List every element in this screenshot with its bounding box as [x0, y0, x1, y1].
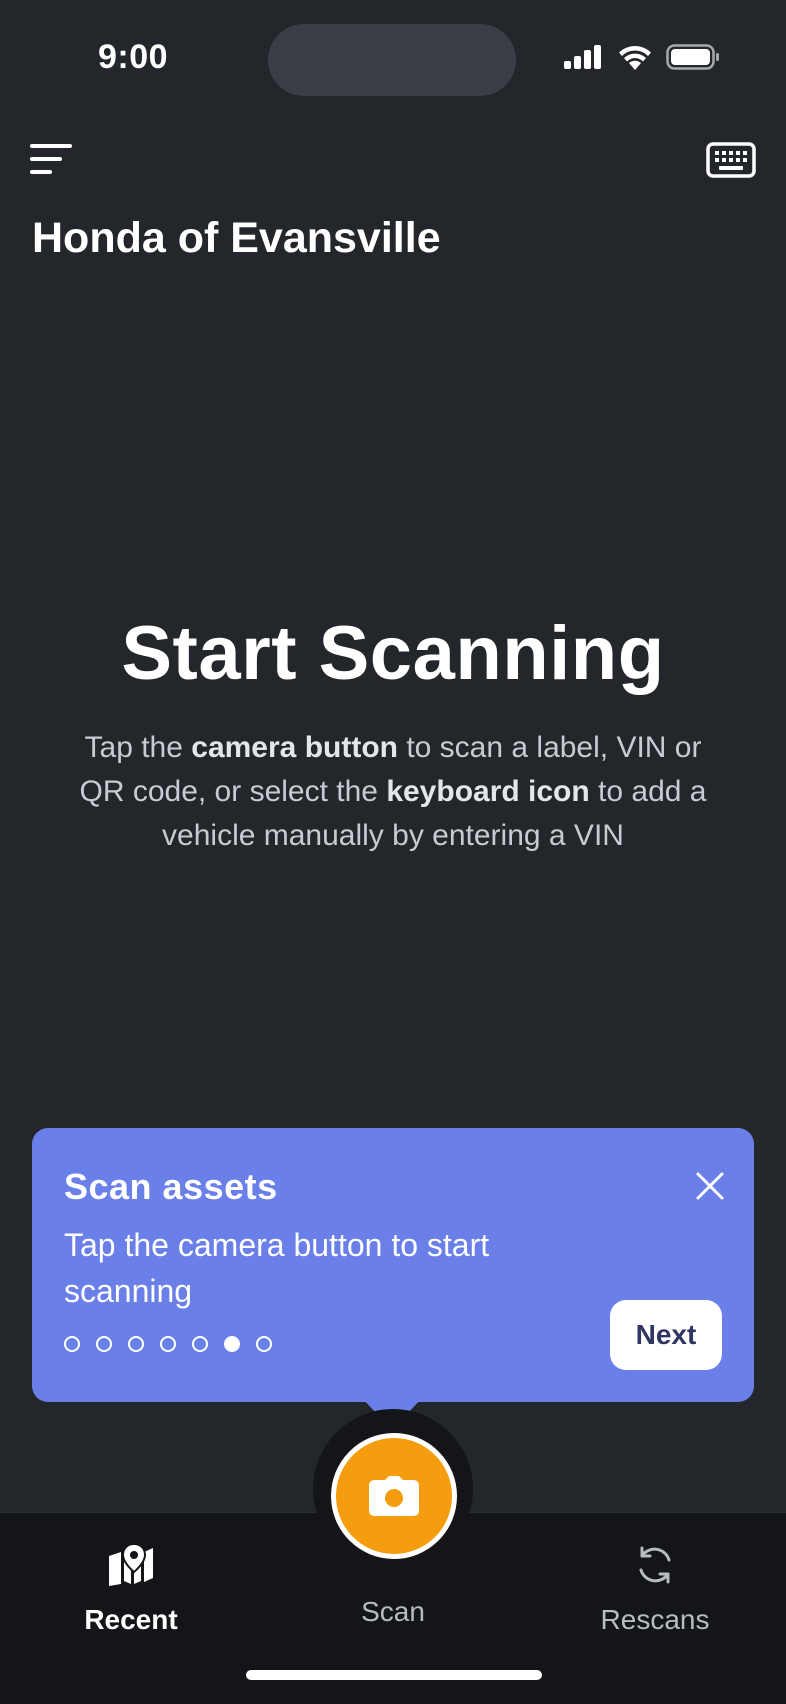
- tooltip-title: Scan assets: [64, 1166, 278, 1207]
- tab-scan[interactable]: Scan: [293, 1596, 493, 1696]
- onboarding-tooltip: Scan assets Tap the camera button to sta…: [32, 1128, 754, 1402]
- status-bar: 9:00: [0, 0, 786, 110]
- step-dot: [224, 1336, 240, 1352]
- keyboard-button[interactable]: [706, 142, 756, 178]
- step-dot: [96, 1336, 112, 1352]
- start-scanning-description: Tap the camera button to scan a label, V…: [79, 731, 707, 852]
- camera-icon: [369, 1476, 419, 1516]
- tab-recent[interactable]: Recent: [31, 1540, 231, 1640]
- battery-icon: [666, 44, 719, 70]
- home-indicator: [246, 1670, 542, 1680]
- tab-scan-label: Scan: [361, 1596, 425, 1627]
- status-icons: [564, 44, 720, 70]
- tab-rescans[interactable]: Rescans: [555, 1540, 755, 1640]
- next-button[interactable]: Next: [610, 1300, 722, 1370]
- keyboard-icon-emphasis: keyboard icon: [386, 775, 590, 808]
- camera-button[interactable]: [331, 1433, 457, 1559]
- keyboard-icon: [706, 142, 756, 178]
- close-icon: [696, 1172, 724, 1200]
- tab-rescans-label: Rescans: [600, 1604, 710, 1635]
- camera-button-emphasis: camera button: [191, 731, 398, 764]
- step-indicator: [64, 1336, 272, 1352]
- dealer-name: Honda of Evansville: [32, 214, 441, 262]
- tooltip-body: Tap the camera button to start scanning: [64, 1227, 490, 1309]
- tooltip-close-button[interactable]: [690, 1166, 730, 1206]
- start-scanning-title: Start Scanning: [121, 611, 665, 696]
- step-dot: [128, 1336, 144, 1352]
- step-dot: [192, 1336, 208, 1352]
- step-dot: [160, 1336, 176, 1352]
- signal-icon: [564, 45, 601, 69]
- menu-icon: [30, 144, 72, 174]
- map-icon: [109, 1544, 153, 1586]
- dynamic-island: [268, 24, 516, 96]
- menu-button[interactable]: [30, 142, 74, 176]
- status-time: 9:00: [98, 38, 169, 76]
- wifi-icon: [619, 46, 651, 70]
- tab-recent-label: Recent: [84, 1604, 178, 1635]
- step-dot: [64, 1336, 80, 1352]
- refresh-icon: [639, 1546, 671, 1584]
- step-dot: [256, 1336, 272, 1352]
